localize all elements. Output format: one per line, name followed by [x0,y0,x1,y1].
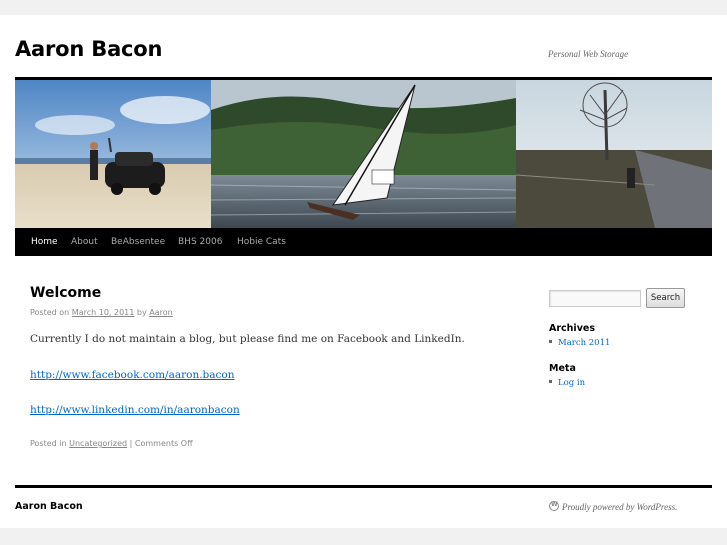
nav-item-home[interactable]: Home [31,228,58,256]
meta-widget-title: Meta [549,363,576,374]
post-title[interactable]: Welcome [30,285,101,301]
site-description: Personal Web Storage [548,49,629,59]
login-link[interactable]: Log in [558,378,585,388]
facebook-link[interactable]: http://www.facebook.com/aaron.bacon [30,369,235,381]
by-label: by [136,308,147,317]
main-navigation: Home About BeAbsentee BHS 2006 Hobie Cat… [15,228,712,256]
post-author-link[interactable]: Aaron [149,308,172,317]
powered-by-text: Proudly powered by WordPress. [562,502,678,512]
linkedin-link[interactable]: http://www.linkedin.com/in/aaronbacon [30,404,240,416]
meta-list-item: Log in [549,378,585,388]
post-link-row: http://www.facebook.com/aaron.bacon [30,369,235,381]
wordpress-icon [549,501,559,511]
comments-status: Comments Off [134,439,193,448]
bullet-icon [549,340,552,343]
footer-divider [15,485,712,488]
nav-item-beabsentee[interactable]: BeAbsentee [111,228,165,256]
archives-widget-title: Archives [549,323,595,334]
bullet-icon [549,380,552,383]
post-paragraph: Currently I do not maintain a blog, but … [30,333,465,345]
post-meta: Posted on March 10, 2011 by Aaron [30,308,173,317]
posted-in-label: Posted in [30,439,67,448]
header-banner-image [15,80,712,228]
nav-item-about[interactable]: About [71,228,98,256]
posted-on-label: Posted on [30,308,70,317]
archives-list-item: March 2011 [549,338,610,348]
site-title[interactable]: Aaron Bacon [15,37,162,61]
powered-by-link[interactable]: Proudly powered by WordPress. [549,501,677,512]
meta-separator: | [129,439,133,448]
post-footer-meta: Posted in Uncategorized | Comments Off [30,439,193,448]
nav-item-hobie-cats[interactable]: Hobie Cats [237,228,286,256]
nav-item-bhs-2006[interactable]: BHS 2006 [178,228,222,256]
post-link-row: http://www.linkedin.com/in/aaronbacon [30,404,240,416]
footer-site-title[interactable]: Aaron Bacon [15,501,83,512]
search-button[interactable]: Search [646,288,685,308]
page-wrapper: Aaron Bacon Personal Web Storage Home Ab… [0,15,727,528]
category-link[interactable]: Uncategorized [69,439,127,448]
archive-link-march-2011[interactable]: March 2011 [558,338,610,348]
post-date-link[interactable]: March 10, 2011 [72,308,135,317]
search-input[interactable] [549,290,641,307]
